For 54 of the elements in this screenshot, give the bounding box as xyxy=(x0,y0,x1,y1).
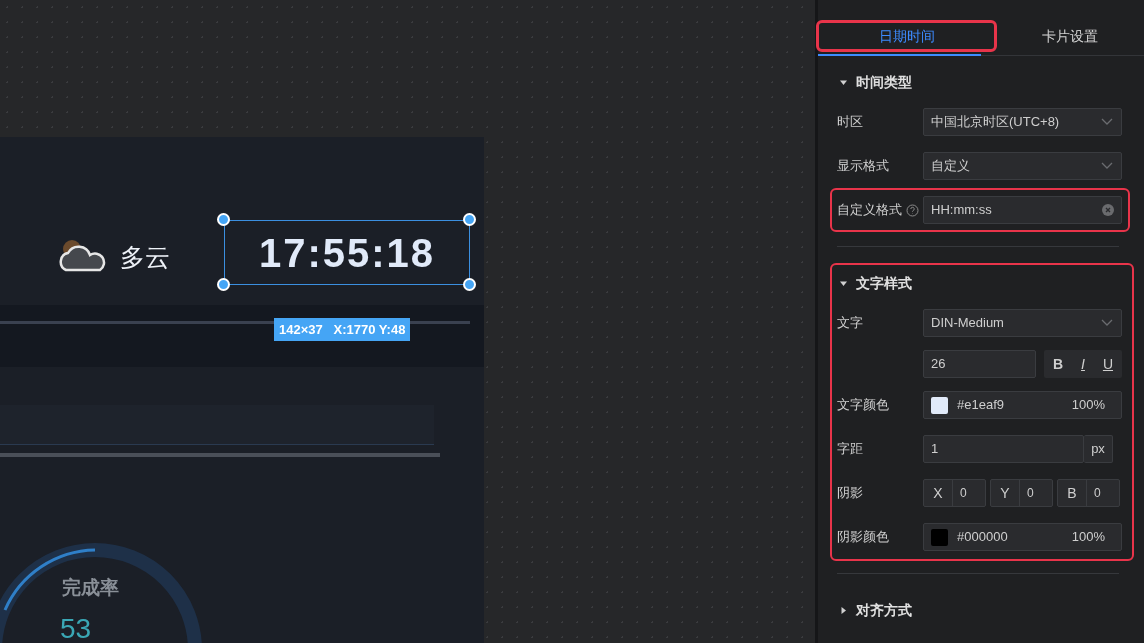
color-opacity: 100% xyxy=(1071,528,1105,547)
help-icon[interactable] xyxy=(906,203,919,217)
style-toggle[interactable]: B xyxy=(1052,353,1064,375)
color-field[interactable]: #e1eaf9 100% xyxy=(923,391,1122,419)
section-title[interactable]: 时间类型 xyxy=(856,71,912,93)
section-title[interactable]: 文字样式 xyxy=(856,272,912,294)
gauge-value: 53 xyxy=(60,615,92,643)
field-label: 字距 xyxy=(837,440,863,459)
field-label: 阴影 xyxy=(837,484,863,503)
clear-icon[interactable] xyxy=(1102,204,1114,216)
axis-label: X xyxy=(924,480,953,506)
field-label: 时区 xyxy=(837,113,863,132)
gauge-title: 完成率 xyxy=(62,577,119,599)
color-swatch[interactable] xyxy=(931,528,948,546)
style-toggle[interactable]: I xyxy=(1081,353,1085,375)
field-value: 0 xyxy=(959,485,967,502)
field-label: 显示格式 xyxy=(837,157,889,176)
field-value: 0 xyxy=(1026,485,1034,502)
field-value: 0 xyxy=(1093,485,1101,502)
number-field[interactable]: 1 xyxy=(923,435,1084,463)
weather-label: 多云 xyxy=(120,242,170,273)
field-label: 自定义格式 xyxy=(837,201,902,220)
number-field[interactable]: 26 xyxy=(923,350,1036,378)
tab[interactable]: 日期时间 xyxy=(816,20,997,52)
number-field[interactable]: B 0 xyxy=(1057,479,1120,507)
size-position-badge: 142×37 X:1770 Y:48 xyxy=(274,318,411,341)
clock-time: 17:55:18 xyxy=(258,229,436,276)
caret-right-icon[interactable] xyxy=(839,605,848,615)
field-label: 文字颜色 xyxy=(837,396,889,415)
field-value: HH:mm:ss xyxy=(931,201,992,220)
dropdown[interactable]: DIN-Medium xyxy=(923,309,1122,337)
field-label: 文字 xyxy=(837,314,863,333)
number-field[interactable]: Y 0 xyxy=(990,479,1053,507)
chevron-down-icon xyxy=(1101,162,1113,170)
unit-label: px xyxy=(1084,435,1113,463)
field-label: 阴影颜色 xyxy=(837,528,889,547)
dropdown-value: 中国北京时区(UTC+8) xyxy=(931,113,1060,132)
chevron-down-icon xyxy=(1101,319,1113,327)
color-hex: #e1eaf9 xyxy=(957,396,1004,415)
color-swatch[interactable] xyxy=(931,396,948,414)
section-title[interactable]: 对齐方式 xyxy=(856,599,912,621)
dropdown[interactable]: 自定义 xyxy=(923,152,1122,180)
text-field[interactable]: HH:mm:ss xyxy=(923,196,1122,224)
color-opacity: 100% xyxy=(1071,396,1105,415)
axis-label: Y xyxy=(991,480,1020,506)
chevron-down-icon xyxy=(1101,118,1113,126)
color-hex: #000000 xyxy=(957,528,1008,547)
dropdown-value: 自定义 xyxy=(931,157,970,176)
number-field[interactable]: X 0 xyxy=(923,479,986,507)
dropdown-value: DIN-Medium xyxy=(931,314,1004,333)
dropdown[interactable]: 中国北京时区(UTC+8) xyxy=(923,108,1122,136)
color-field[interactable]: #000000 100% xyxy=(923,523,1122,551)
style-toggle[interactable]: U xyxy=(1102,353,1113,375)
axis-label: B xyxy=(1058,480,1087,506)
